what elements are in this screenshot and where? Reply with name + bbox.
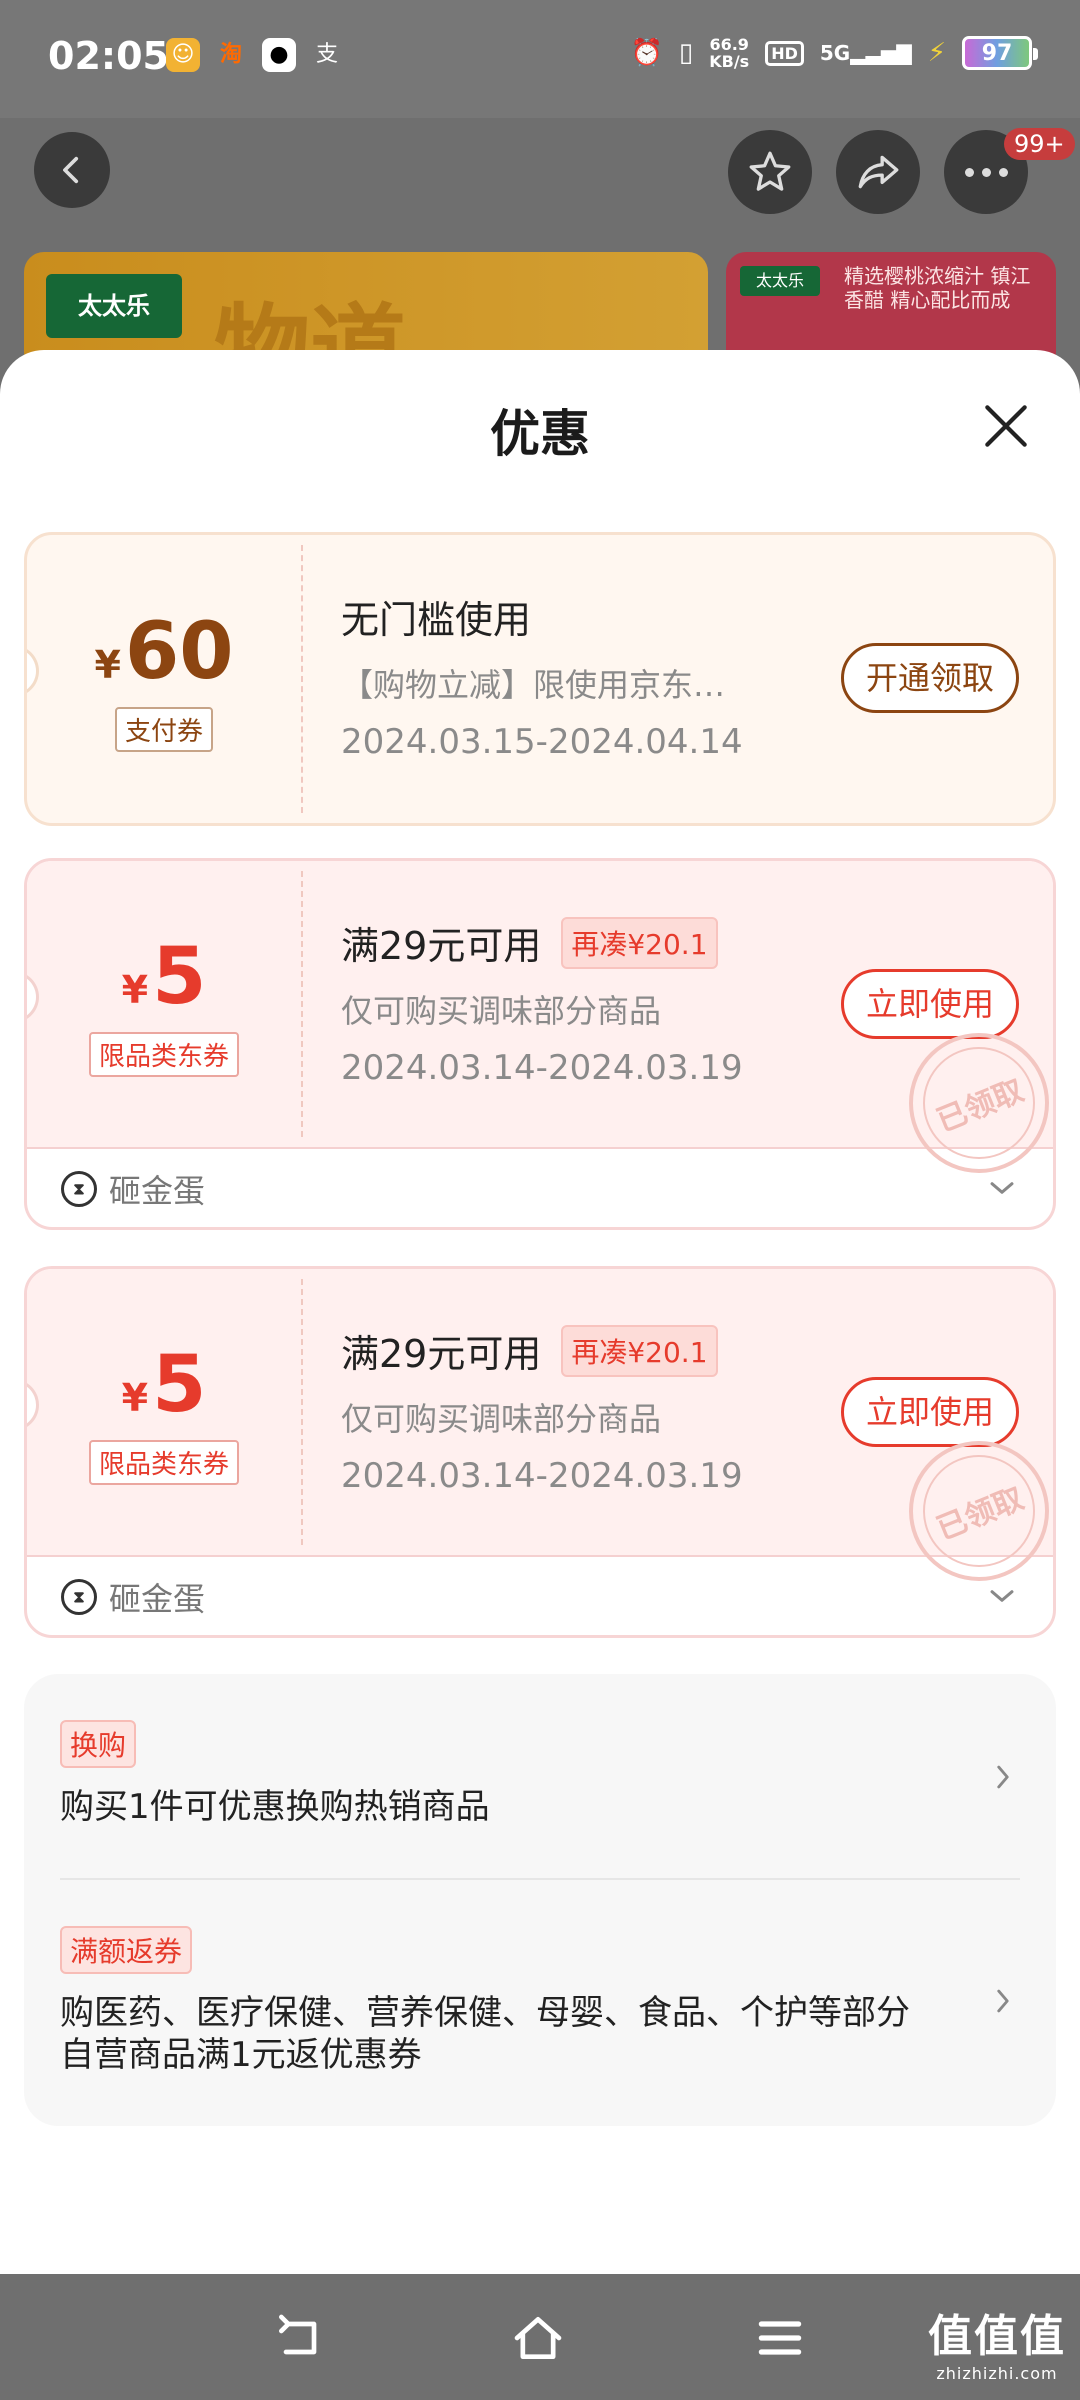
nav-home-button[interactable] <box>510 2310 566 2366</box>
sheet-title: 优惠 <box>490 405 590 463</box>
chevron-right-icon <box>997 1989 1009 2013</box>
vibrate-icon: ▯ <box>678 38 694 68</box>
nav-recents-button[interactable] <box>752 2310 808 2366</box>
coupon-description: 仅可购买调味部分商品 <box>341 1400 662 1438</box>
coupon-info: 无门槛使用 【购物立减】限使用京东… 2024.03.15-2024.04.14 <box>341 589 743 762</box>
brand-logo-small: 太太乐 <box>740 266 820 296</box>
close-icon <box>985 405 1027 447</box>
coupon-validity-date: 2024.03.14-2024.03.19 <box>341 1456 743 1496</box>
promotion-text: 购医药、医疗保健、营养保健、母婴、食品、个护等部分自营商品满1元返优惠券 <box>60 1993 910 2075</box>
use-now-button[interactable]: 立即使用 <box>840 969 1019 1039</box>
currency-symbol: ¥ <box>121 967 149 1012</box>
amount-needed-chip: 再凑¥20.1 <box>561 916 718 969</box>
system-icons: ⏰ ▯ 66.9 KB/s HD 5G▂▃▅▇ ⚡ 97 <box>630 35 1038 71</box>
battery-icon: 97 <box>962 36 1038 70</box>
promotion-text: 购买1件可优惠换购热销商品 <box>60 1787 490 1827</box>
coupon-description: 仅可购买调味部分商品 <box>341 992 662 1030</box>
coupon-type-tag: 限品类东券 <box>88 1439 239 1485</box>
qq-notification-icon: ● <box>262 38 296 72</box>
promotion-tag: 满额返券 <box>60 1926 193 1974</box>
coupon-footer-expand[interactable]: ⧗ 砸金蛋 <box>27 1149 1053 1227</box>
coupon-info: 满29元可用 再凑¥20.1 仅可购买调味部分商品 2024.03.14-202… <box>341 915 743 1088</box>
currency-symbol: ¥ <box>121 1375 149 1420</box>
use-now-button[interactable]: 立即使用 <box>840 1377 1019 1447</box>
status-bar: 02:05 ☺ 淘 ● 支 ⏰ ▯ 66.9 KB/s HD 5G▂▃▅▇ ⚡ … <box>0 0 1080 118</box>
system-navigation-bar: 值值值 zhizhizhi.com <box>0 2274 1080 2400</box>
cashback-coupon-promotion[interactable]: 满额返券 购医药、医疗保健、营养保健、母婴、食品、个护等部分自营商品满1元返优惠… <box>60 1926 1020 2076</box>
coupon-amount-area: ¥ 60 支付券 <box>27 535 301 823</box>
alarm-icon: ⏰ <box>630 38 663 68</box>
product-page-header: 99+ <box>0 118 1080 250</box>
coupon-amount: 5 <box>152 931 207 1022</box>
golden-egg-icon: ⧗ <box>61 1579 97 1615</box>
coupon-validity-date: 2024.03.15-2024.04.14 <box>341 722 743 762</box>
discount-sheet: 优惠 ¥ 60 支付券 无门槛使用 【购物立减】限使用京东… 2024.03.1… <box>0 350 1080 2274</box>
coupon-body: ¥ 60 支付券 无门槛使用 【购物立减】限使用京东… 2024.03.15-2… <box>27 535 1053 823</box>
notification-icons: ☺ 淘 ● 支 <box>166 38 344 72</box>
star-icon <box>749 151 791 191</box>
promotions-panel: 换购 购买1件可优惠换购热销商品 满额返券 购医药、医疗保健、营养保健、母婴、食… <box>24 1674 1056 2126</box>
coupon-title: 无门槛使用 <box>341 598 532 642</box>
category-coupon-card: ¥ 5 限品类东券 满29元可用 再凑¥20.1 仅可购买调味部分商品 2024… <box>24 858 1056 1230</box>
activate-claim-button[interactable]: 开通领取 <box>840 643 1019 713</box>
coupon-title: 满29元可用 <box>341 1332 542 1376</box>
coupon-body: ¥ 5 限品类东券 满29元可用 再凑¥20.1 仅可购买调味部分商品 2024… <box>27 861 1053 1195</box>
message-count-badge: 99+ <box>1004 128 1075 160</box>
home-icon <box>514 2317 562 2359</box>
app-notification-icon: ☺ <box>166 38 200 72</box>
taobao-notification-icon: 淘 <box>219 42 242 67</box>
network-speed: 66.9 KB/s <box>709 35 750 71</box>
back-button[interactable] <box>34 132 110 208</box>
coupon-validity-date: 2024.03.14-2024.03.19 <box>341 1048 743 1088</box>
charging-icon: ⚡ <box>927 38 946 68</box>
favorite-button[interactable] <box>728 130 812 214</box>
more-icon <box>964 167 1008 177</box>
chevron-down-icon <box>990 1182 1014 1194</box>
coupon-title: 满29元可用 <box>341 924 542 968</box>
site-watermark: 值值值 zhizhizhi.com <box>928 2311 1066 2383</box>
coupon-type-tag: 支付券 <box>114 706 213 752</box>
chevron-left-icon <box>63 156 79 184</box>
coupon-description: 【购物立减】限使用京东… <box>341 666 726 704</box>
share-button[interactable] <box>836 130 920 214</box>
payment-coupon-card: ¥ 60 支付券 无门槛使用 【购物立减】限使用京东… 2024.03.15-2… <box>24 532 1056 826</box>
alipay-notification-icon: 支 <box>315 42 338 67</box>
coupon-source-label: 砸金蛋 <box>109 1172 206 1210</box>
coupon-amount-area: ¥ 5 限品类东券 <box>27 861 301 1147</box>
hd-icon: HD <box>765 40 804 66</box>
coupon-footer-expand[interactable]: ⧗ 砸金蛋 <box>27 1557 1053 1635</box>
close-button[interactable] <box>978 398 1034 454</box>
chevron-down-icon <box>990 1590 1014 1602</box>
nav-back-button[interactable] <box>272 2310 328 2366</box>
coupon-amount-area: ¥ 5 限品类东券 <box>27 1269 301 1555</box>
coupon-type-tag: 限品类东券 <box>88 1031 239 1077</box>
golden-egg-icon: ⧗ <box>61 1171 97 1207</box>
banner-description: 精选樱桃浓缩汁 镇江香醋 精心配比而成 <box>844 264 1031 312</box>
category-coupon-card: ¥ 5 限品类东券 满29元可用 再凑¥20.1 仅可购买调味部分商品 2024… <box>24 1266 1056 1638</box>
brand-logo: 太太乐 <box>46 274 182 338</box>
divider <box>60 1878 1020 1880</box>
promotion-tag: 换购 <box>60 1720 137 1768</box>
coupon-amount: 5 <box>152 1339 207 1430</box>
signal-icon: 5G▂▃▅▇ <box>819 41 912 65</box>
coupon-source-label: 砸金蛋 <box>109 1580 206 1618</box>
coupon-body: ¥ 5 限品类东券 满29元可用 再凑¥20.1 仅可购买调味部分商品 2024… <box>27 1269 1053 1603</box>
coupon-amount: 60 <box>124 606 234 697</box>
back-arrow-icon <box>279 2314 317 2355</box>
amount-needed-chip: 再凑¥20.1 <box>561 1324 718 1377</box>
coupon-info: 满29元可用 再凑¥20.1 仅可购买调味部分商品 2024.03.14-202… <box>341 1323 743 1496</box>
share-icon <box>858 155 899 189</box>
chevron-right-icon <box>997 1765 1009 1789</box>
status-time: 02:05 <box>48 34 169 78</box>
menu-icon <box>758 2321 802 2355</box>
trade-in-promotion[interactable]: 换购 购买1件可优惠换购热销商品 <box>60 1720 1020 1828</box>
currency-symbol: ¥ <box>94 642 121 687</box>
